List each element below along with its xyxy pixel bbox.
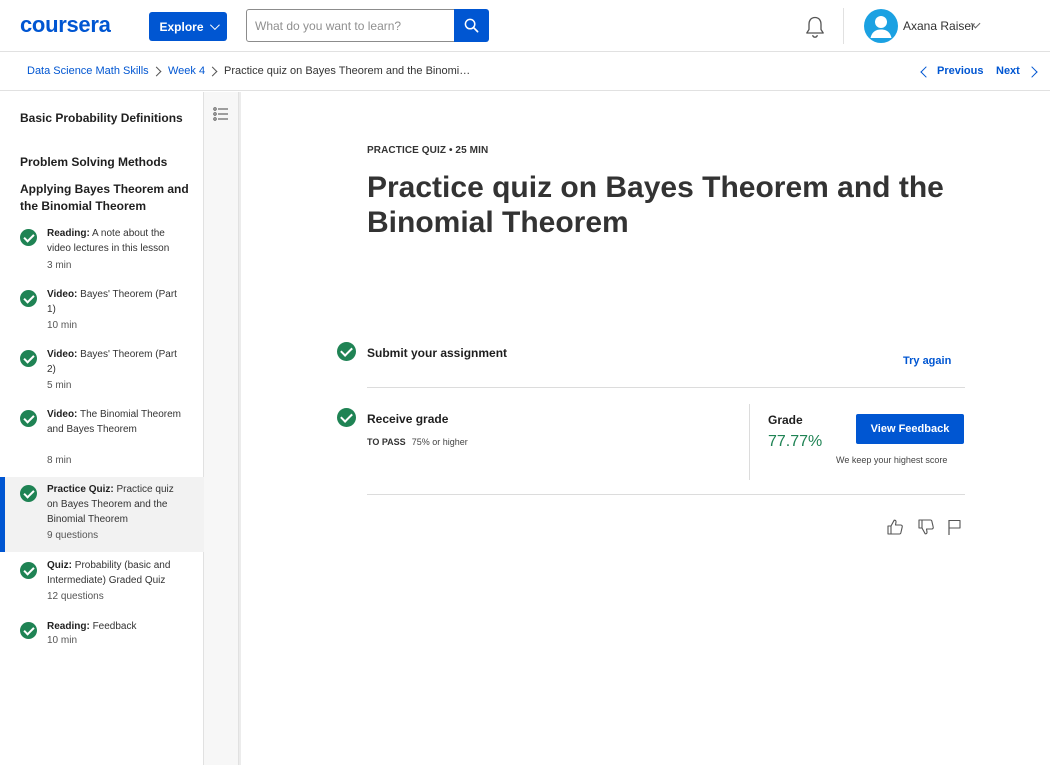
sidebar-section-bayes[interactable]: Applying Bayes Theorem and the Binomial … <box>20 181 190 215</box>
item-type: Video: <box>47 289 78 300</box>
to-pass-value: 75% or higher <box>411 437 468 447</box>
search-input[interactable] <box>246 9 455 42</box>
receive-grade-label: Receive grade <box>367 412 449 426</box>
item-title: Feedback <box>92 621 137 632</box>
search-button[interactable] <box>454 9 489 42</box>
avatar-icon <box>870 16 892 38</box>
explore-label: Explore <box>159 19 204 34</box>
breadcrumb-current: Practice quiz on Bayes Theorem and the B… <box>224 65 471 77</box>
course-outline-sidebar: Basic Probability Definitions Problem So… <box>0 92 204 765</box>
flag-icon[interactable] <box>946 518 964 536</box>
sidebar-item-reading-note[interactable]: Reading: A note about the video lectures… <box>0 224 204 272</box>
breadcrumb: Data Science Math Skills Week 4 Practice… <box>0 53 1050 91</box>
grade-value: 77.77% <box>768 433 823 450</box>
page-title: Practice quiz on Bayes Theorem and the B… <box>367 171 944 239</box>
thumbs-up-icon[interactable] <box>886 518 904 536</box>
chevron-right-icon[interactable] <box>1026 66 1038 78</box>
avatar[interactable] <box>864 9 898 43</box>
item-meta: 5 min <box>47 380 72 391</box>
divider <box>367 494 965 495</box>
list-icon[interactable] <box>213 106 229 122</box>
sidebar-item-practice-quiz[interactable]: Practice Quiz: Practice quiz on Bayes Th… <box>0 477 204 552</box>
item-meta: 10 min <box>47 635 78 646</box>
check-icon <box>337 342 356 361</box>
user-name[interactable]: Axana Raiser <box>903 19 975 33</box>
chevron-down-icon <box>209 20 220 31</box>
thumbs-down-icon[interactable] <box>917 518 935 536</box>
breadcrumb-course[interactable]: Data Science Math Skills <box>27 65 149 77</box>
check-icon <box>20 410 37 427</box>
check-icon <box>20 350 37 367</box>
sidebar-item-reading-feedback[interactable]: Reading: Feedback 10 min <box>0 619 204 653</box>
try-again-link[interactable]: Try again <box>903 355 951 367</box>
grade-label: Grade <box>768 413 803 427</box>
top-header: coursera Explore Axana Raiser <box>0 0 1050 52</box>
grade-divider <box>749 404 750 480</box>
breadcrumb-separator-icon <box>151 66 162 77</box>
sidebar-item-video-bayes-2[interactable]: Video: Bayes' Theorem (Part 2) 5 min <box>0 347 204 395</box>
check-icon <box>20 290 37 307</box>
check-icon <box>337 408 356 427</box>
search-icon <box>464 18 479 33</box>
to-pass-label: TO PASS <box>367 437 406 447</box>
check-icon <box>20 562 37 579</box>
to-pass-info: TO PASS 75% or higher <box>367 437 468 447</box>
previous-link[interactable]: Previous <box>937 65 983 77</box>
item-type: Video: <box>47 409 78 420</box>
sidebar-item-video-bayes-1[interactable]: Video: Bayes' Theorem (Part 1) 10 min <box>0 286 204 334</box>
item-type: Practice Quiz: <box>47 484 114 495</box>
item-type: Quiz: <box>47 560 72 571</box>
item-meta: 8 min <box>47 455 72 466</box>
bell-icon[interactable] <box>804 15 826 39</box>
item-type: Video: <box>47 349 78 360</box>
item-type: Reading: <box>47 621 90 632</box>
item-meta: 12 questions <box>47 591 104 602</box>
highest-score-note: We keep your highest score <box>836 455 948 465</box>
sidebar-item-video-binomial[interactable]: Video: The Binomial Theorem and Bayes Th… <box>0 407 204 469</box>
breadcrumb-separator-icon <box>207 66 218 77</box>
submit-assignment-label: Submit your assignment <box>367 346 508 360</box>
quiz-eyebrow: PRACTICE QUIZ • 25 MIN <box>367 145 489 156</box>
outline-toggle-column <box>204 92 239 765</box>
sidebar-section-problem-solving[interactable]: Problem Solving Methods <box>20 154 190 171</box>
coursera-logo[interactable]: coursera <box>20 12 111 38</box>
item-meta: 10 min <box>47 320 78 331</box>
explore-button[interactable]: Explore <box>149 12 227 41</box>
header-divider <box>843 8 844 44</box>
content-divider <box>239 92 241 765</box>
next-link[interactable]: Next <box>996 65 1020 77</box>
chevron-left-icon[interactable] <box>920 66 932 78</box>
sidebar-section-basic-probability[interactable]: Basic Probability Definitions <box>20 110 190 127</box>
breadcrumb-week[interactable]: Week 4 <box>168 65 205 77</box>
check-icon <box>20 485 37 502</box>
check-icon <box>20 229 37 246</box>
item-meta: 3 min <box>47 260 72 271</box>
divider <box>367 387 965 388</box>
item-type: Reading: <box>47 228 90 239</box>
view-feedback-button[interactable]: View Feedback <box>856 414 964 444</box>
check-icon <box>20 622 37 639</box>
item-meta: 9 questions <box>47 530 99 541</box>
sidebar-item-graded-quiz[interactable]: Quiz: Probability (basic and Intermediat… <box>0 558 204 606</box>
